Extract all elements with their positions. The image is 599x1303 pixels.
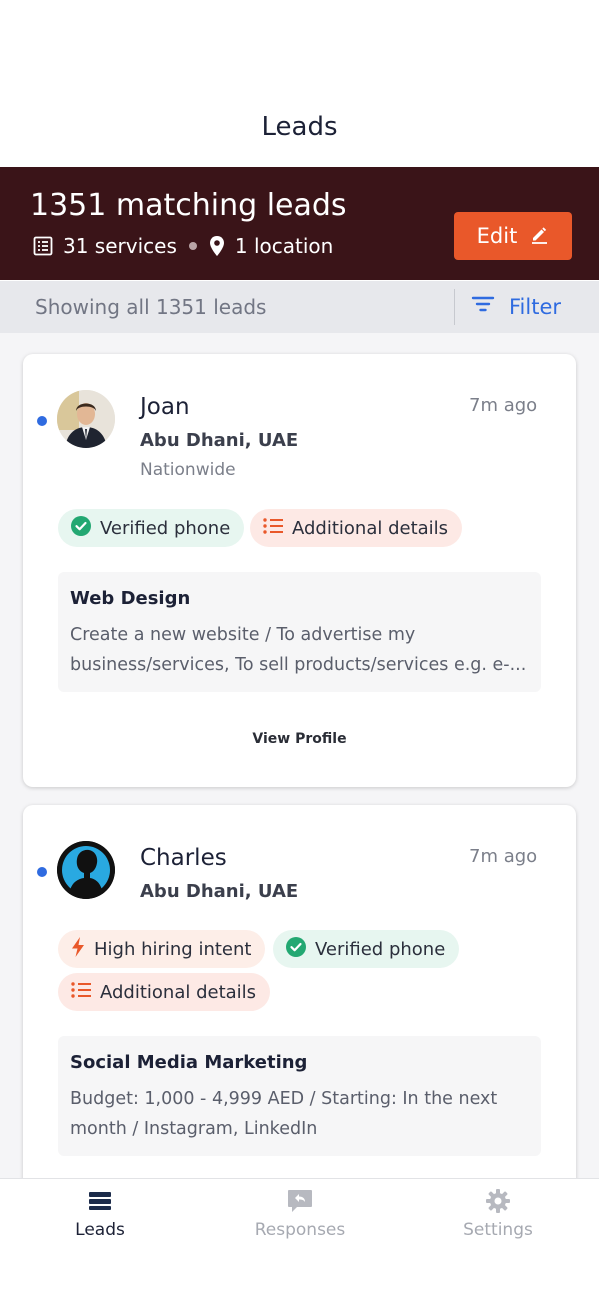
showing-leads-label: Showing all 1351 leads <box>35 295 267 319</box>
unread-indicator <box>37 416 47 426</box>
lead-name: Joan <box>140 394 190 420</box>
page-title: Leads <box>261 112 338 142</box>
tab-label: Responses <box>254 1220 346 1240</box>
location-count: 1 location <box>234 234 334 258</box>
edit-button[interactable]: Edit <box>454 212 572 260</box>
tab-label: Settings <box>463 1220 533 1240</box>
lead-scope: Nationwide <box>140 460 236 480</box>
location-pin-icon <box>209 235 225 257</box>
lead-location: Abu Dhani, UAE <box>140 430 299 451</box>
filter-label: Filter <box>509 294 562 319</box>
view-profile-link[interactable]: View Profile <box>23 731 576 747</box>
matching-leads-count: 1351 matching leads <box>30 188 347 223</box>
edit-label: Edit <box>476 224 518 248</box>
tab-leads[interactable]: Leads <box>0 1186 200 1240</box>
badge-label: Verified phone <box>315 938 446 960</box>
service-description: Budget: 1,000 - 4,999 AED / Starting: In… <box>70 1089 498 1139</box>
badge-label: Additional details <box>292 517 449 539</box>
avatar <box>57 390 115 448</box>
badge-label: Verified phone <box>100 517 231 539</box>
service-title: Web Design <box>70 588 191 609</box>
responses-tab-icon <box>200 1186 400 1216</box>
services-count: 31 services <box>63 234 177 258</box>
verified-phone-badge: Verified phone <box>58 509 245 547</box>
service-detail-box: Web Design Create a new website / To adv… <box>58 572 541 692</box>
avatar <box>57 841 115 899</box>
lead-location: Abu Dhani, UAE <box>140 881 299 902</box>
filter-icon <box>471 294 495 319</box>
additional-details-badge: Additional details <box>58 973 271 1011</box>
services-list-icon <box>33 236 53 256</box>
service-description: Create a new website / To advertise my b… <box>70 625 527 675</box>
lead-time: 7m ago <box>469 395 538 416</box>
service-detail-box: Social Media Marketing Budget: 1,000 - 4… <box>58 1036 541 1156</box>
lead-card[interactable]: Charles Abu Dhani, UAE 7m ago High hirin… <box>23 805 576 1178</box>
leads-tab-icon <box>0 1186 200 1216</box>
tab-label: Leads <box>75 1220 125 1240</box>
badge-label: Additional details <box>100 981 257 1003</box>
lead-card[interactable]: Joan Abu Dhani, UAE Nationwide 7m ago Ve… <box>23 354 576 787</box>
high-hiring-intent-badge: High hiring intent <box>58 930 266 968</box>
list-icon <box>262 516 284 541</box>
tab-responses[interactable]: Responses <box>200 1186 400 1240</box>
separator-dot <box>188 242 197 250</box>
filter-button[interactable]: Filter <box>471 294 561 319</box>
additional-details-badge: Additional details <box>250 509 463 547</box>
verified-phone-badge: Verified phone <box>273 930 460 968</box>
list-icon <box>70 980 92 1005</box>
settings-gear-icon <box>398 1186 598 1216</box>
service-title: Social Media Marketing <box>70 1052 308 1073</box>
filter-divider <box>454 289 455 325</box>
unread-indicator <box>37 867 47 877</box>
pencil-icon <box>529 224 549 249</box>
bolt-icon <box>70 936 86 963</box>
banner-meta: 31 services 1 location <box>33 233 333 259</box>
lead-name: Charles <box>140 845 227 871</box>
lead-list: Joan Abu Dhani, UAE Nationwide 7m ago Ve… <box>0 333 599 1178</box>
check-circle-icon <box>285 936 307 963</box>
check-circle-icon <box>70 515 92 542</box>
lead-time: 7m ago <box>469 846 538 867</box>
badge-label: High hiring intent <box>94 938 252 960</box>
tab-settings[interactable]: Settings <box>398 1186 598 1240</box>
